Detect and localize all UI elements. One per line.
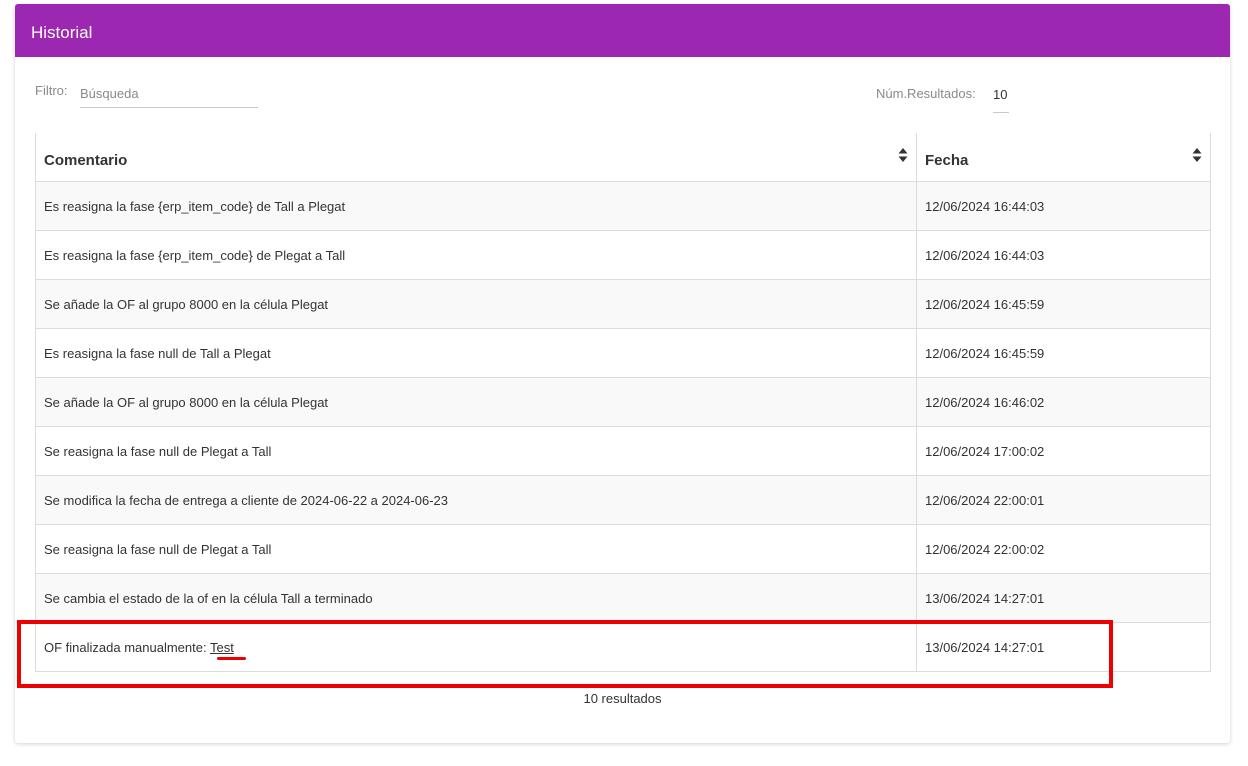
date-cell: 12/06/2024 16:46:02 xyxy=(916,377,1211,427)
table-header-row: Comentario Fecha xyxy=(35,133,1211,182)
table-row: Se reasigna la fase null de Plegat a Tal… xyxy=(35,426,1211,476)
date-cell: 12/06/2024 22:00:02 xyxy=(916,524,1211,574)
comment-cell: OF finalizada manualmente: Test xyxy=(35,622,917,672)
comment-cell: Se añade la OF al grupo 8000 en la célul… xyxy=(35,279,917,329)
table-row: Se añade la OF al grupo 8000 en la célul… xyxy=(35,377,1211,427)
comment-link[interactable]: Test xyxy=(210,640,234,655)
comment-cell: Se cambia el estado de la of en la célul… xyxy=(35,573,917,623)
table-row-highlighted: OF finalizada manualmente: Test 13/06/20… xyxy=(35,622,1211,672)
column-header-label: Comentario xyxy=(44,151,128,169)
sort-icon[interactable] xyxy=(1192,147,1202,163)
table-row: Es reasigna la fase {erp_item_code} de P… xyxy=(35,230,1211,280)
search-input[interactable] xyxy=(80,80,258,108)
table-row: Se cambia el estado de la of en la célul… xyxy=(35,573,1211,623)
history-card: Historial Filtro: Núm.Resultados: 10 Com… xyxy=(15,4,1230,743)
date-cell: 12/06/2024 16:45:59 xyxy=(916,328,1211,378)
table-row: Es reasigna la fase {erp_item_code} de T… xyxy=(35,181,1211,231)
comment-cell: Es reasigna la fase {erp_item_code} de T… xyxy=(35,181,917,231)
date-cell: 12/06/2024 22:00:01 xyxy=(916,475,1211,525)
results-count: 10 resultados xyxy=(583,691,662,706)
table-row: Se modifica la fecha de entrega a client… xyxy=(35,475,1211,525)
history-table: Comentario Fecha Es reasigna la fase {er… xyxy=(35,133,1211,672)
comment-cell: Es reasigna la fase null de Tall a Plega… xyxy=(35,328,917,378)
date-cell: 12/06/2024 16:44:03 xyxy=(916,230,1211,280)
results-per-page-select[interactable]: 10 xyxy=(993,82,1009,113)
date-cell: 12/06/2024 17:00:02 xyxy=(916,426,1211,476)
card-header: Historial xyxy=(15,4,1230,57)
comment-cell: Se reasigna la fase null de Plegat a Tal… xyxy=(35,524,917,574)
highlight-underline-mark xyxy=(217,657,246,660)
table-row: Se añade la OF al grupo 8000 en la célul… xyxy=(35,279,1211,329)
card-title: Historial xyxy=(31,23,93,42)
results-per-page-label: Núm.Resultados: xyxy=(876,86,976,101)
date-cell: 12/06/2024 16:45:59 xyxy=(916,279,1211,329)
history-table-wrap: Comentario Fecha Es reasigna la fase {er… xyxy=(35,133,1211,672)
table-row: Es reasigna la fase null de Tall a Plega… xyxy=(35,328,1211,378)
comment-cell: Es reasigna la fase {erp_item_code} de P… xyxy=(35,230,917,280)
comment-cell: Se reasigna la fase null de Plegat a Tal… xyxy=(35,426,917,476)
column-header-comment[interactable]: Comentario xyxy=(35,133,917,182)
comment-cell: Se añade la OF al grupo 8000 en la célul… xyxy=(35,377,917,427)
date-cell: 13/06/2024 14:27:01 xyxy=(916,622,1211,672)
date-cell: 13/06/2024 14:27:01 xyxy=(916,573,1211,623)
date-cell: 12/06/2024 16:44:03 xyxy=(916,181,1211,231)
sort-icon[interactable] xyxy=(898,147,908,163)
column-header-label: Fecha xyxy=(925,151,969,169)
table-row: Se reasigna la fase null de Plegat a Tal… xyxy=(35,524,1211,574)
filter-label: Filtro: xyxy=(35,83,68,98)
comment-text: OF finalizada manualmente: xyxy=(44,639,210,655)
column-header-date[interactable]: Fecha xyxy=(916,133,1211,182)
comment-cell: Se modifica la fecha de entrega a client… xyxy=(35,475,917,525)
